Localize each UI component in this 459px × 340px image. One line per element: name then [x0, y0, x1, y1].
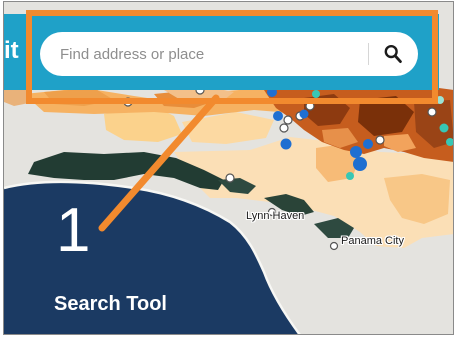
search-button[interactable] [370, 32, 416, 76]
callout-step-number: 1 [56, 196, 91, 265]
search-icon [384, 44, 402, 64]
map-label-lynn-haven: Lynn Haven [246, 210, 305, 222]
search-divider [368, 43, 369, 65]
map-label-panama-city: Panama City [341, 235, 404, 247]
search-box [40, 32, 418, 76]
app-title-fragment: it [4, 37, 19, 64]
callout-label: Search Tool [54, 293, 167, 315]
screenshot-stage: it 1 Search Tool Lynn Haven Panama City [0, 0, 459, 340]
search-input[interactable] [60, 32, 360, 76]
